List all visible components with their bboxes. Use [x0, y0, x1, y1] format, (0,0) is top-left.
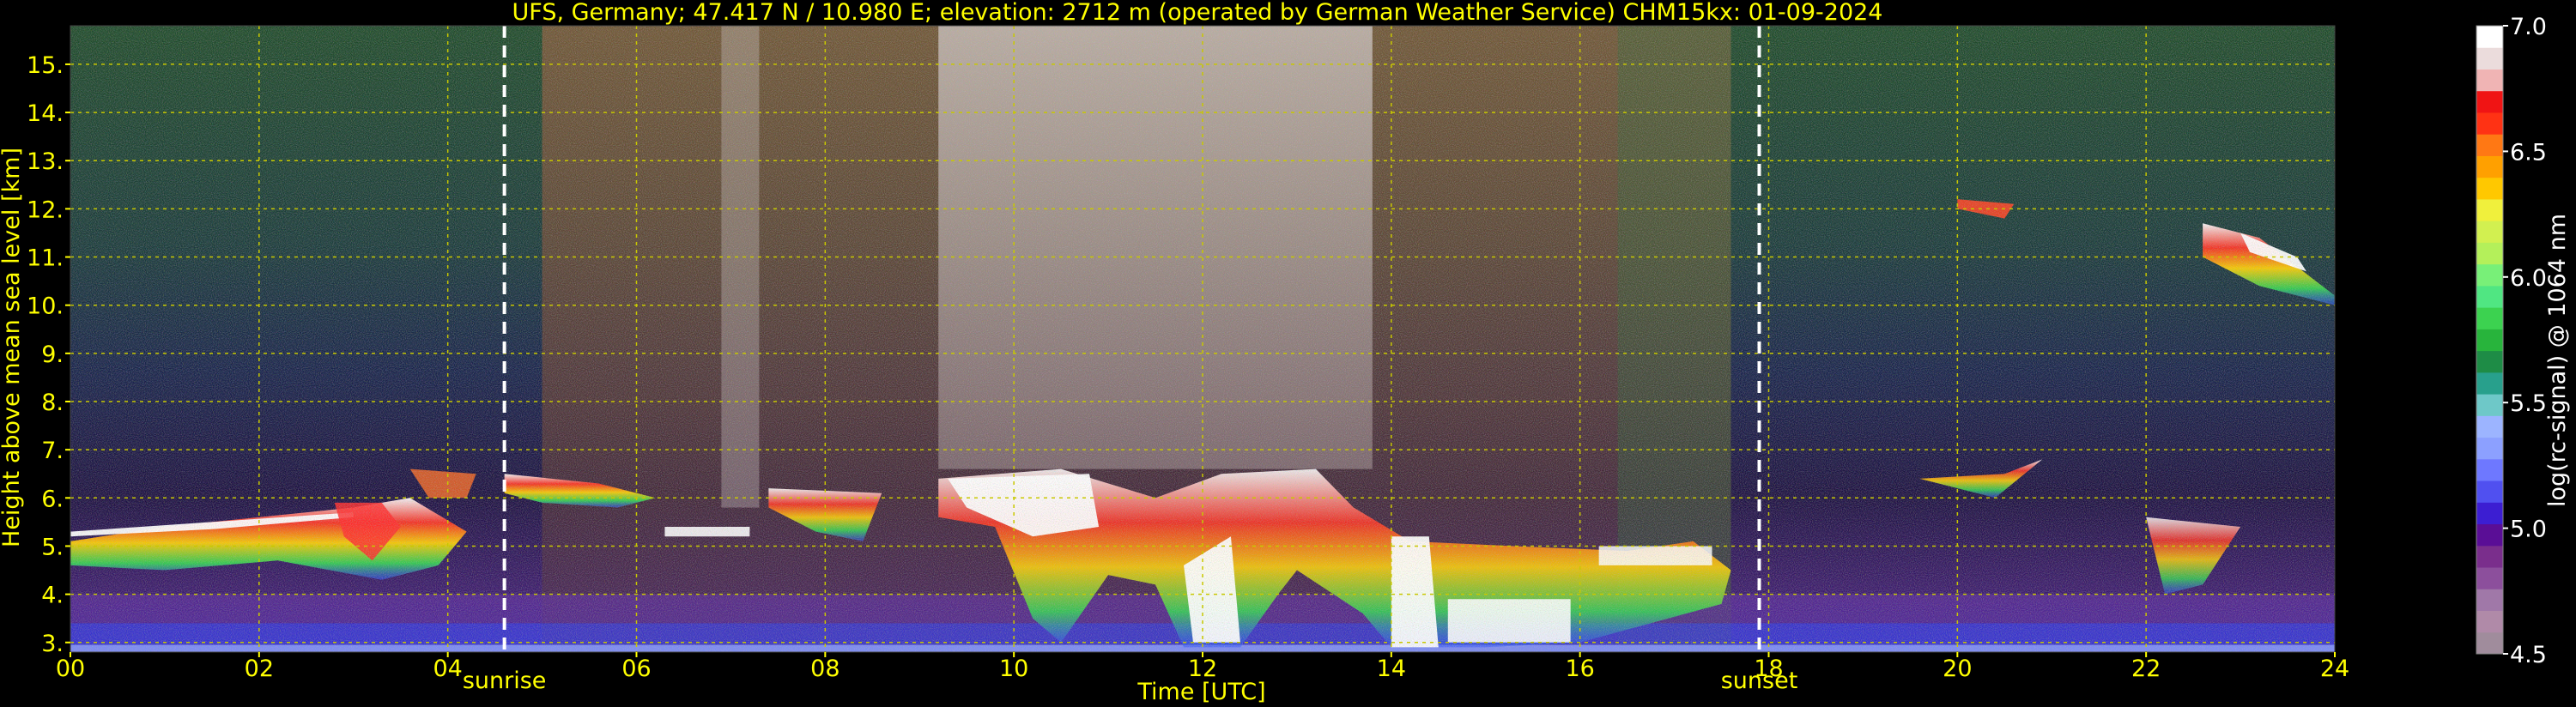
- x-tick-label: 14: [1377, 656, 1406, 682]
- y-tick-label: 8.: [41, 390, 64, 416]
- x-axis-label: Time [UTC]: [1136, 679, 1265, 705]
- x-tick-label: 24: [2320, 656, 2349, 682]
- colorbar-block: [2476, 437, 2503, 460]
- colorbar-block: [2476, 567, 2503, 589]
- colorbar-block: [2476, 26, 2503, 48]
- colorbar-block: [2476, 523, 2503, 547]
- colorbar-block: [2476, 177, 2503, 200]
- colorbar-label: log(rc-signal) @ 1064 nm: [2544, 214, 2571, 507]
- annotation-sunset: sunset: [1721, 668, 1798, 694]
- colorbar-block: [2476, 480, 2503, 503]
- y-tick-label: 12.: [27, 196, 64, 223]
- annotations: sunrise sunset: [463, 668, 1797, 694]
- colorbar-block: [2476, 502, 2503, 525]
- colorbar-block: [2476, 155, 2503, 178]
- colorbar-block: [2476, 242, 2503, 265]
- colorbar-tick-labels: 4.5 5.0 5.5 6.0 6.5 7.0: [2503, 14, 2547, 668]
- colorbar-block: [2476, 263, 2503, 287]
- colorbar-block: [2476, 329, 2503, 352]
- y-tick-label: 7.: [41, 438, 64, 464]
- x-tick-label: 08: [810, 656, 839, 682]
- ceilometer-chart: 00 02 04 06 08 10 12 14 16 18 20 22 24 3.4.5.6.7.8.9…: [0, 0, 2571, 705]
- colorbar-block: [2476, 69, 2503, 92]
- colorbar-block: [2476, 134, 2503, 156]
- colorbar-tick-label: 6.0: [2510, 265, 2547, 292]
- y-tick-label: 15.: [27, 52, 64, 79]
- y-tick-label: 5.: [41, 534, 64, 560]
- colorbar-tick-label: 7.0: [2510, 14, 2547, 40]
- colorbar-block: [2476, 198, 2503, 221]
- x-tick-label: 16: [1565, 656, 1594, 682]
- x-tick-label: 00: [56, 656, 85, 682]
- y-tick-label: 10.: [27, 293, 64, 320]
- colorbar-tick-label: 5.0: [2510, 517, 2547, 543]
- colorbar-blocks: [2476, 25, 2504, 655]
- y-tick-label: 11.: [27, 245, 64, 272]
- y-tick-label: 14.: [27, 100, 64, 127]
- chart-title: UFS, Germany; 47.417 N / 10.980 E; eleva…: [512, 0, 1883, 26]
- colorbar-block: [2476, 47, 2503, 69]
- colorbar-block: [2476, 285, 2503, 308]
- plot-area: [70, 25, 2336, 653]
- annotation-sunrise: sunrise: [463, 668, 547, 694]
- x-tick-label: 06: [621, 656, 651, 682]
- x-tick-labels: 00 02 04 06 08 10 12 14 16 18 20 22 24: [56, 652, 2349, 682]
- y-tick-labels: 3. 4. 5. 6. 7. 8. 9. 10. 11. 12. 13. 14. 15.: [27, 52, 70, 657]
- colorbar-block: [2476, 90, 2503, 113]
- y-tick-label: 3.: [41, 631, 64, 657]
- x-tick-label: 20: [1943, 656, 1972, 682]
- colorbar-block: [2476, 589, 2503, 612]
- colorbar-block: [2476, 221, 2503, 243]
- y-tick-label: 6.: [41, 486, 64, 512]
- y-tick-label: 4.: [41, 583, 64, 609]
- colorbar-block: [2476, 415, 2503, 438]
- x-tick-label: 22: [2131, 656, 2161, 682]
- colorbar-block: [2476, 112, 2503, 135]
- y-tick-label: 13.: [27, 148, 64, 175]
- colorbar-tick-label: 4.5: [2510, 642, 2547, 668]
- y-tick-label: 9.: [41, 341, 64, 368]
- x-tick-label: 04: [433, 656, 462, 682]
- colorbar-block: [2476, 631, 2503, 655]
- colorbar-block: [2476, 545, 2503, 568]
- x-tick-label: 10: [999, 656, 1028, 682]
- colorbar-block: [2476, 372, 2503, 395]
- colorbar-block: [2476, 610, 2503, 633]
- y-axis-label: Height above mean sea level [km]: [0, 148, 25, 547]
- colorbar-block: [2476, 394, 2503, 416]
- colorbar: 4.5 5.0 5.5 6.0 6.5 7.0 log(rc-signal) @ 1064…: [2476, 14, 2571, 668]
- colorbar-block: [2476, 458, 2503, 481]
- x-tick-label: 02: [245, 656, 274, 682]
- colorbar-block: [2476, 350, 2503, 373]
- colorbar-block: [2476, 307, 2503, 329]
- colorbar-tick-label: 5.5: [2510, 390, 2547, 417]
- colorbar-tick-label: 6.5: [2510, 139, 2547, 166]
